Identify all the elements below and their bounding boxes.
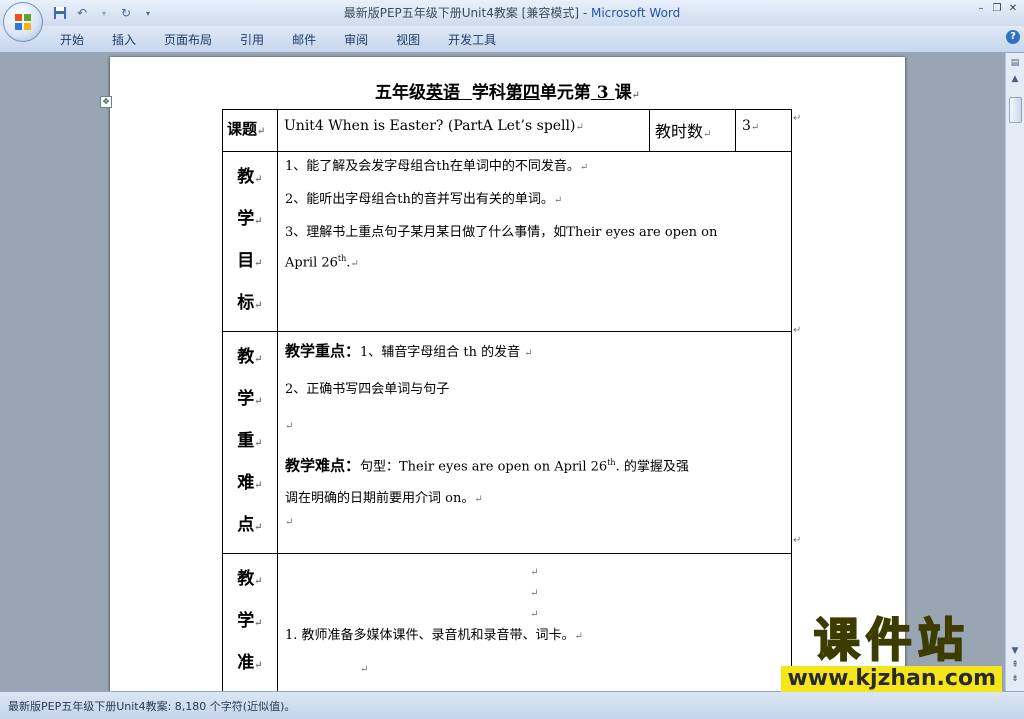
- paragraph-mark: ↵: [631, 90, 640, 101]
- tab-review[interactable]: 审阅: [344, 31, 382, 48]
- key-label-char: 点: [237, 515, 255, 535]
- row-end-mark: ↵: [793, 113, 802, 124]
- goals-label-cell: 教↵ 学↵ 目↵ 标↵: [222, 151, 278, 332]
- tab-mailings[interactable]: 邮件: [292, 31, 330, 48]
- ruler-toggle-icon[interactable]: ▤: [1009, 57, 1021, 69]
- ribbon-tabs: 开始 插入 页面布局 引用 邮件 审阅 视图 开发工具: [60, 31, 524, 48]
- status-bar: 最新版PEP五年级下册Unit4教案: 8,180 个字符(近似值)。: [0, 691, 1024, 719]
- title-subject: 英语: [426, 83, 461, 103]
- goals-label-char: 目: [237, 251, 255, 271]
- goal-line: 1、能了解及会发字母组合th在单词中的不同发音。: [285, 159, 580, 174]
- table-row: 课题↵ Unit4 When is Easter? (PartA Let’s s…: [222, 109, 792, 152]
- window-title: 最新版PEP五年级下册Unit4教案 [兼容模式] - Microsoft Wo…: [0, 4, 1024, 21]
- document-workspace: 五年级英语 学科第四单元第 3 课↵ ✥ 课题↵ Unit4 When is E…: [0, 53, 1006, 691]
- goal-line: April 26: [285, 255, 338, 271]
- table-move-handle[interactable]: ✥: [100, 96, 112, 108]
- window-title-doc: 最新版PEP五年级下册Unit4教案 [兼容模式] -: [343, 6, 591, 20]
- goals-cell[interactable]: 1、能了解及会发字母组合th在单词中的不同发音。↵ 2、能听出字母组合th的音并…: [277, 151, 792, 332]
- key-label-char: 学: [237, 389, 255, 409]
- key-point-line: 1、辅音字母组合 th 的发音: [360, 345, 521, 360]
- window-title-app: Microsoft Word: [590, 6, 681, 20]
- key-point-line: 2、正确书写四会单词与句子: [285, 382, 450, 397]
- periods-cell[interactable]: 3↵: [735, 109, 792, 152]
- tab-references[interactable]: 引用: [240, 31, 278, 48]
- office-logo-icon: [15, 14, 31, 30]
- title-bar: ↶ ▾ ↻ ▾ 最新版PEP五年级下册Unit4教案 [兼容模式] - Micr…: [0, 0, 1024, 26]
- scroll-down-icon[interactable]: ▼: [1009, 645, 1021, 657]
- watermark-logo: 课件站 www.kjzhan.com: [781, 613, 1002, 692]
- status-text: 最新版PEP五年级下册Unit4教案: 8,180 个字符(近似值)。: [8, 700, 296, 713]
- row-end-mark: ↵: [793, 325, 802, 336]
- previous-page-icon[interactable]: ⇞: [1009, 659, 1021, 671]
- help-icon[interactable]: ?: [1006, 30, 1020, 44]
- minimize-icon[interactable]: –: [974, 2, 988, 16]
- difficult-points-title: 教学难点：: [285, 456, 361, 475]
- periods-value: 3: [742, 118, 751, 134]
- topic-cell[interactable]: Unit4 When is Easter? (PartA Let’s spell…: [277, 109, 650, 152]
- key-label-char: 难: [237, 473, 255, 493]
- periods-label: 教时数: [655, 122, 704, 141]
- topic-label: 课题: [227, 120, 258, 138]
- key-label-char: 重: [237, 431, 255, 451]
- periods-label-cell: 教时数↵: [649, 109, 736, 152]
- watermark-url: www.kjzhan.com: [781, 666, 1002, 692]
- prep-label-char: 学: [237, 611, 255, 631]
- title-discipline: 学科: [471, 83, 506, 103]
- watermark-title: 课件站: [813, 613, 970, 667]
- preparation-label-cell: 教↵ 学↵ 准↵ 备↵: [222, 553, 278, 691]
- prep-label-char: 教: [237, 569, 255, 589]
- preparation-line: 1. 教师准备多媒体课件、录音机和录音带、词卡。: [285, 628, 575, 643]
- table-row: 教↵ 学↵ 目↵ 标↵ 1、能了解及会发字母组合th在单词中的不同发音。↵ 2、…: [222, 151, 792, 332]
- goal-line: 3、理解书上重点句子某月某日做了什么事情，如Their eyes are ope…: [285, 225, 718, 240]
- document-title: 五年级英语 学科第四单元第 3 课↵: [110, 78, 905, 103]
- restore-icon[interactable]: ❐: [990, 2, 1004, 16]
- row-end-mark: ↵: [793, 535, 802, 546]
- title-lesson-number: 3: [596, 83, 609, 103]
- table-row: 教↵ 学↵ 准↵ 备↵ ↵↵↵ 1. 教师准备多媒体课件、录音机和录音带、词卡。…: [222, 553, 792, 691]
- tab-page-layout[interactable]: 页面布局: [164, 31, 226, 48]
- close-icon[interactable]: ✕: [1006, 2, 1020, 16]
- office-button[interactable]: [3, 2, 43, 42]
- title-unit: 单元第: [539, 83, 591, 103]
- goal-line: 2、能听出字母组合th的音并写出有关的单词。: [285, 192, 554, 207]
- preparation-cell[interactable]: ↵ ↵ ↵ 1. 教师准备多媒体课件、录音机和录音带、词卡。↵ ↵: [277, 553, 792, 691]
- goals-label-char: 学: [237, 209, 255, 229]
- title-lesson: 课: [614, 83, 632, 103]
- title-unit-number: 第四: [505, 83, 540, 103]
- difficult-point-tail: . 的掌握及强: [615, 459, 689, 475]
- scroll-up-icon[interactable]: ▲: [1009, 73, 1021, 85]
- topic-value: Unit4 When is Easter? (PartA Let’s spell…: [284, 118, 576, 134]
- difficult-superscript: th: [607, 458, 616, 467]
- lesson-plan-table: 课题↵ Unit4 When is Easter? (PartA Let’s s…: [222, 109, 792, 691]
- goals-label-char: 教: [237, 167, 255, 187]
- difficult-point-line: 句型：Their eyes are open on April 26: [360, 459, 608, 475]
- tab-view[interactable]: 视图: [396, 31, 434, 48]
- title-grade: 五年级: [375, 83, 427, 103]
- topic-label-cell: 课题↵: [222, 109, 278, 152]
- difficult-point-line: 调在明确的日期前要用介词 on。: [285, 491, 475, 507]
- tab-insert[interactable]: 插入: [112, 31, 150, 48]
- table-row: 教↵ 学↵ 重↵ 难↵ 点↵ 教学重点：1、辅音字母组合 th 的发音 ↵ 2、…: [222, 331, 792, 554]
- ribbon: 开始 插入 页面布局 引用 邮件 审阅 视图 开发工具 ?: [0, 26, 1024, 53]
- key-points-label-cell: 教↵ 学↵ 重↵ 难↵ 点↵: [222, 331, 278, 554]
- scroll-thumb[interactable]: [1009, 97, 1022, 123]
- key-points-title: 教学重点：: [285, 342, 361, 360]
- key-label-char: 教: [237, 347, 255, 367]
- next-page-icon[interactable]: ⇟: [1009, 673, 1021, 685]
- tab-developer[interactable]: 开发工具: [448, 31, 510, 48]
- key-points-cell[interactable]: 教学重点：1、辅音字母组合 th 的发音 ↵ 2、正确书写四会单词与句子 ↵ 教…: [277, 331, 792, 554]
- vertical-scrollbar[interactable]: ▤ ▲ ▼ ⇞ ⇟: [1005, 53, 1024, 691]
- window-controls: – ❐ ✕: [974, 2, 1020, 16]
- tab-home[interactable]: 开始: [60, 31, 98, 48]
- prep-label-char: 准: [237, 653, 255, 673]
- goals-label-char: 标: [237, 293, 255, 313]
